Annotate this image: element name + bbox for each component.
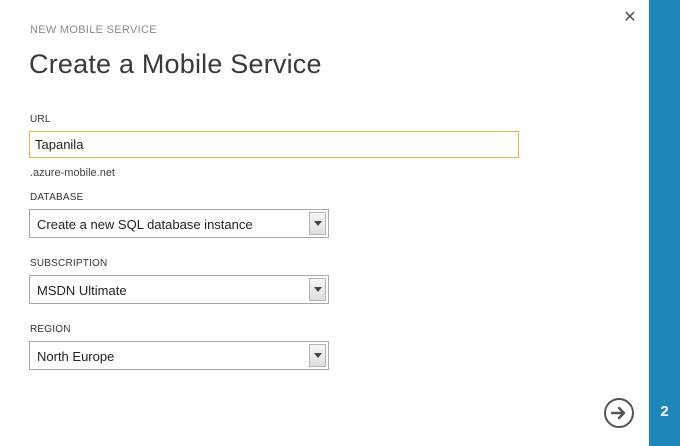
subscription-select-value: MSDN Ultimate — [37, 283, 127, 298]
chevron-down-icon[interactable] — [309, 278, 326, 301]
step-rail: 2 — [649, 0, 680, 446]
database-label: DATABASE — [30, 192, 84, 203]
chevron-down-icon[interactable] — [309, 344, 326, 367]
arrow-right-circle-icon — [610, 406, 626, 420]
region-label: REGION — [30, 324, 71, 335]
subscription-label: SUBSCRIPTION — [30, 258, 108, 269]
url-label: URL — [30, 114, 51, 125]
url-input[interactable] — [29, 131, 519, 158]
region-select-value: North Europe — [37, 349, 115, 364]
region-select[interactable]: North Europe — [29, 341, 329, 370]
close-icon[interactable]: ✕ — [622, 9, 638, 27]
next-button[interactable] — [604, 398, 634, 428]
database-select-value: Create a new SQL database instance — [37, 217, 253, 232]
step-number: 2 — [660, 403, 669, 420]
create-mobile-service-dialog: NEW MOBILE SERVICE Create a Mobile Servi… — [0, 0, 649, 446]
url-suffix: .azure-mobile.net — [30, 167, 115, 179]
page-title: Create a Mobile Service — [29, 49, 322, 79]
chevron-down-icon[interactable] — [309, 212, 326, 235]
wizard-label: NEW MOBILE SERVICE — [30, 24, 157, 36]
database-select[interactable]: Create a new SQL database instance — [29, 209, 329, 238]
subscription-select[interactable]: MSDN Ultimate — [29, 275, 329, 304]
